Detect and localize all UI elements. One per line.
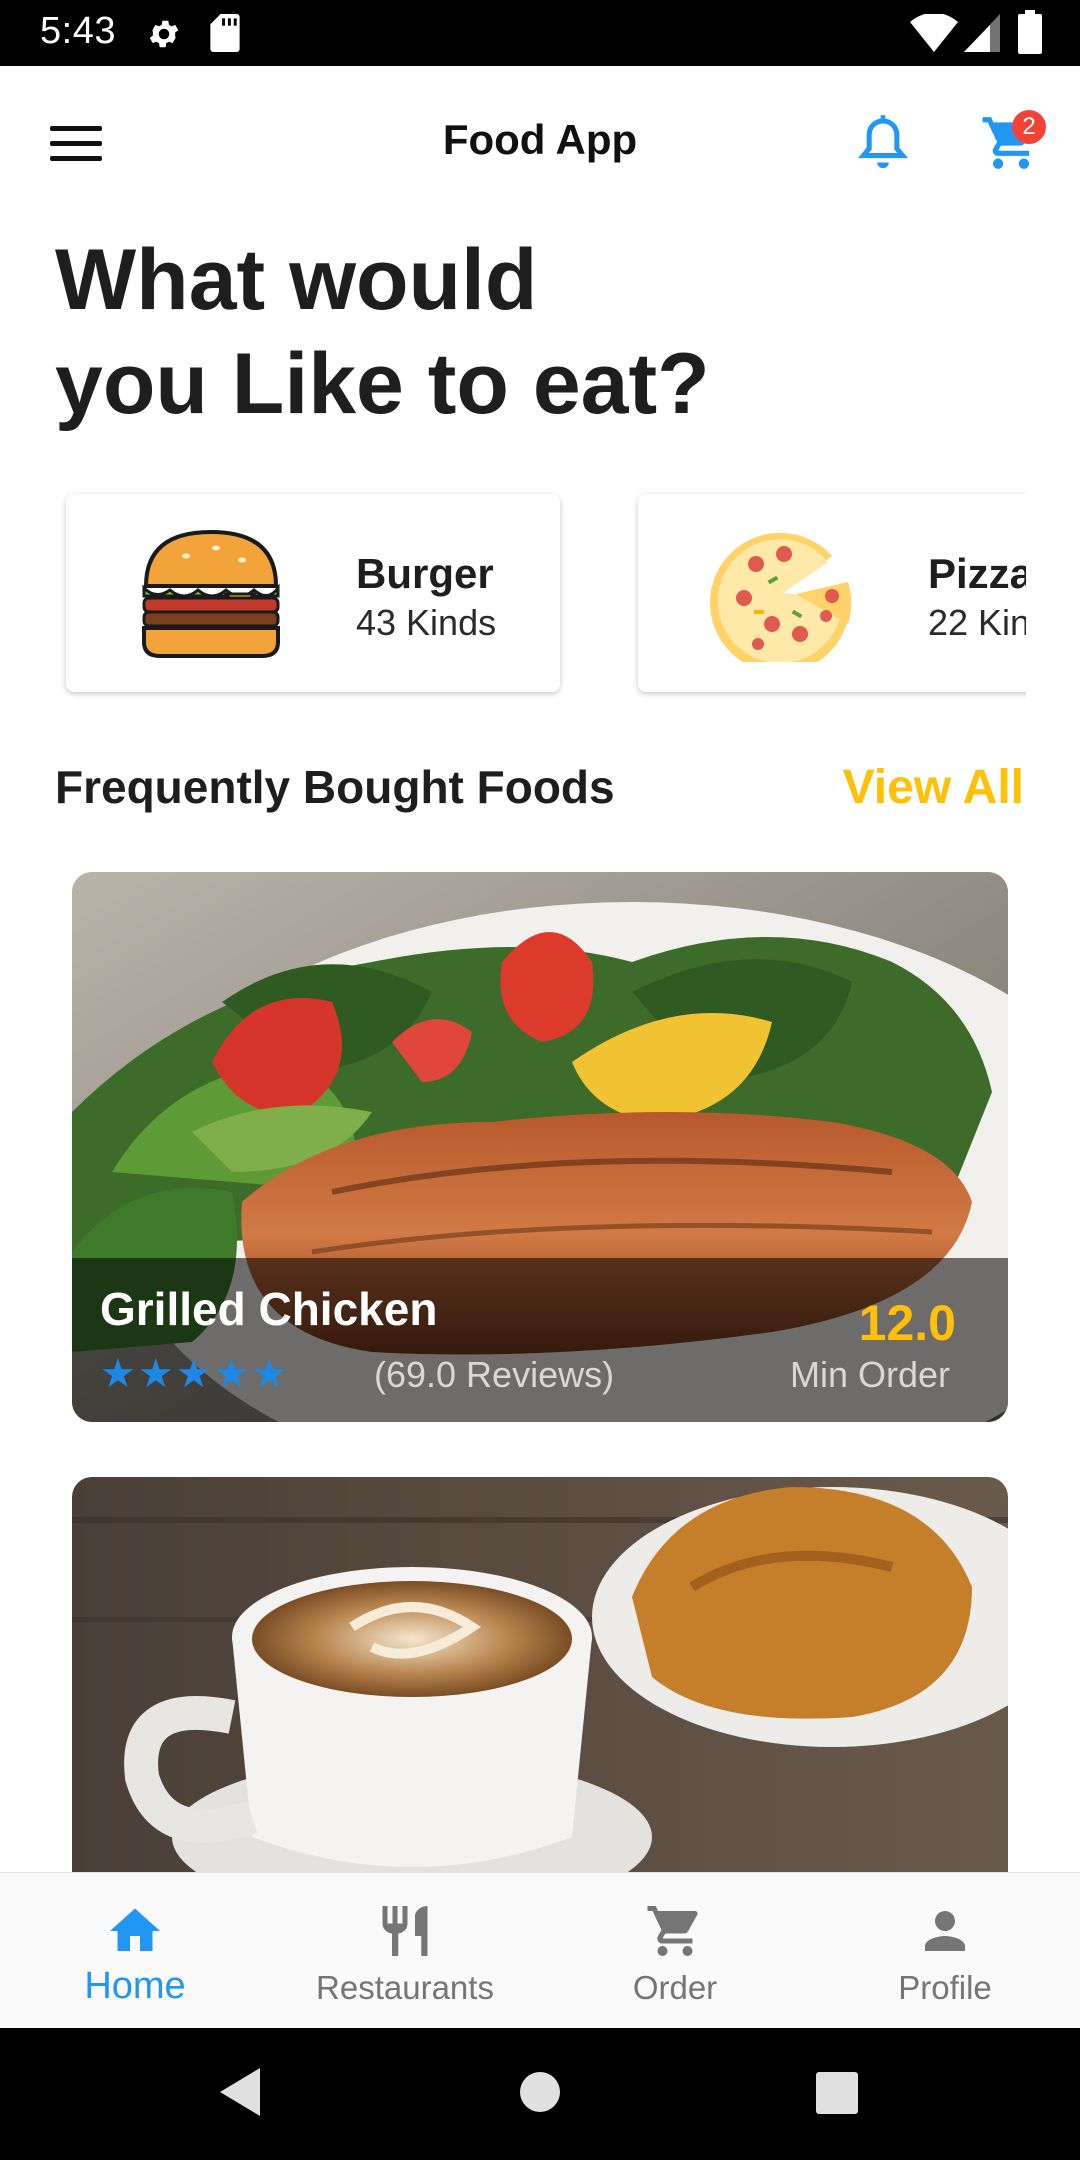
- food-card-grilled-chicken[interactable]: Grilled Chicken ★★★★★ (69.0 Reviews) 12.…: [72, 872, 1008, 1422]
- category-name: Burger: [356, 550, 494, 597]
- nav-label: Home: [84, 1965, 186, 2007]
- cart-count-badge: 2: [1012, 110, 1046, 144]
- nav-restaurants[interactable]: Restaurants: [270, 1873, 540, 2029]
- gear-icon: [149, 20, 179, 48]
- bottom-navigation: Home Restaurants Order Profile: [0, 1872, 1080, 2028]
- star-rating: ★★★★★: [100, 1352, 290, 1396]
- category-count: 43 Kinds: [356, 602, 497, 643]
- back-icon[interactable]: [216, 2066, 264, 2118]
- app-title: Food App: [442, 116, 638, 163]
- burger-icon: [142, 529, 280, 658]
- section-title: Frequently Bought Foods: [55, 761, 615, 813]
- food-name: Grilled Chicken: [100, 1283, 438, 1335]
- pizza-icon: [710, 532, 852, 662]
- heading-line-2: you Like to eat?: [55, 336, 710, 432]
- person-icon: [925, 1911, 965, 1951]
- category-name: Pizza: [928, 550, 1026, 597]
- status-bar: 5:43: [0, 0, 1080, 66]
- food-photo: [72, 1477, 1008, 1872]
- battery-icon: [1018, 10, 1042, 54]
- food-info-overlay: Grilled Chicken ★★★★★ (69.0 Reviews) 12.…: [72, 1258, 1008, 1422]
- min-order-label: Min Order: [789, 1354, 950, 1395]
- nav-home[interactable]: Home: [0, 1873, 270, 2029]
- food-price: 12.0: [858, 1295, 956, 1351]
- nav-label: Restaurants: [316, 1969, 494, 2006]
- bell-icon[interactable]: [855, 114, 911, 174]
- recents-icon[interactable]: [816, 2072, 858, 2114]
- category-card-burger[interactable]: Burger 43 Kinds: [66, 494, 560, 692]
- view-all-link[interactable]: View All: [843, 760, 1024, 815]
- nav-profile[interactable]: Profile: [810, 1873, 1080, 2029]
- app-bar: Food App 2: [0, 66, 1080, 220]
- status-time: 5:43: [40, 10, 116, 52]
- wifi-icon: [910, 14, 958, 52]
- home-circle-icon[interactable]: [520, 2072, 560, 2112]
- category-card-pizza[interactable]: Pizza 22 Kinds: [638, 494, 1026, 692]
- category-count: 22 Kinds: [928, 602, 1026, 643]
- signal-icon: [964, 14, 1000, 52]
- cart-icon: [647, 1906, 698, 1956]
- home-icon: [110, 1908, 160, 1951]
- category-list[interactable]: Burger 43 Kinds Pizza 22 Kinds: [0, 490, 1026, 700]
- nav-label: Profile: [898, 1969, 992, 2006]
- page-heading: What would you Like to eat?: [55, 228, 955, 436]
- nav-label: Order: [632, 1969, 718, 2006]
- review-count: (69.0 Reviews): [374, 1354, 615, 1395]
- system-nav-bar: [0, 2028, 1080, 2160]
- fork-knife-icon: [382, 1906, 428, 1956]
- heading-line-1: What would: [55, 232, 538, 328]
- food-card-coffee[interactable]: [72, 1477, 1008, 1872]
- nav-order[interactable]: Order: [540, 1873, 810, 2029]
- sd-card-icon: [210, 14, 240, 52]
